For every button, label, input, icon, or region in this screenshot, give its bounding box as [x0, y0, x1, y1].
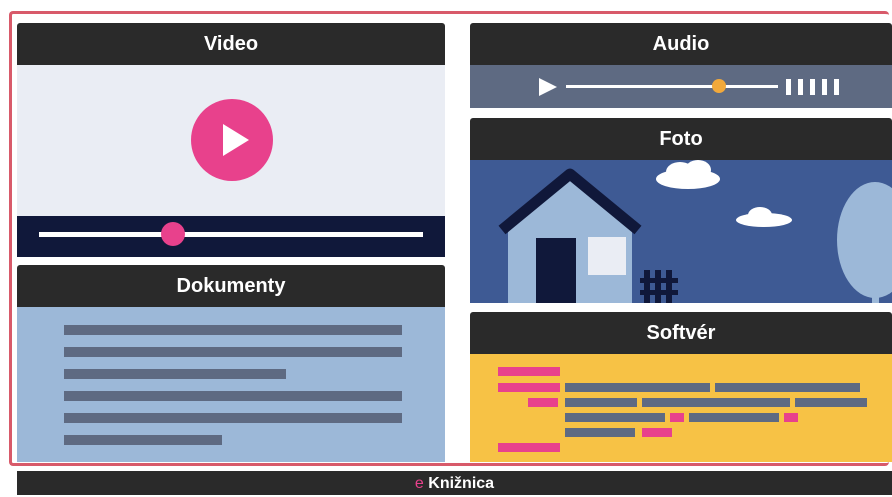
brand-name: Knižnica: [428, 475, 495, 492]
code-token: [795, 398, 867, 407]
text-line: [64, 325, 402, 335]
video-seek-knob[interactable]: [163, 224, 184, 244]
audio-seek-knob[interactable]: [711, 79, 726, 93]
foto-panel: Foto: [470, 118, 892, 303]
code-token: [689, 413, 779, 422]
text-line: [64, 413, 402, 423]
text-line: [64, 369, 286, 379]
documents-panel: Dokumenty: [17, 265, 445, 462]
code-token: [565, 413, 665, 422]
text-line: [64, 435, 222, 445]
audio-play-icon[interactable]: [538, 77, 558, 97]
audio-panel: Audio: [470, 23, 892, 108]
document-page: [17, 307, 445, 462]
video-seekbar[interactable]: [17, 216, 445, 257]
code-token: [565, 398, 637, 407]
software-panel: Softvér: [470, 312, 892, 462]
play-button[interactable]: [191, 99, 273, 181]
play-icon: [223, 124, 249, 156]
code-token: [642, 428, 672, 437]
code-token: [498, 383, 560, 392]
code-token: [784, 413, 798, 422]
house-icon: [498, 168, 642, 303]
foto-title: Foto: [470, 118, 892, 160]
video-panel: Video: [17, 23, 445, 257]
cloud-icon: [736, 207, 792, 227]
fence-icon: [640, 270, 678, 303]
code-token: [642, 398, 790, 407]
audio-player: [470, 65, 892, 108]
foto-image: [470, 160, 892, 303]
text-line: [64, 391, 402, 401]
video-seek-track[interactable]: [39, 232, 423, 237]
code-token: [565, 383, 710, 392]
software-title: Softvér: [470, 312, 892, 354]
code-token: [528, 398, 558, 407]
audio-seek-track[interactable]: [566, 85, 778, 88]
documents-title: Dokumenty: [17, 265, 445, 307]
audio-title: Audio: [470, 23, 892, 65]
brand-prefix: e: [414, 475, 424, 492]
code-token: [498, 367, 560, 376]
footer-bar: e Knižnica: [17, 471, 892, 495]
video-screen[interactable]: [17, 65, 445, 216]
code-editor: [470, 354, 892, 462]
code-token: [715, 383, 860, 392]
code-token: [565, 428, 635, 437]
code-token: [498, 443, 560, 452]
text-line: [64, 347, 402, 357]
cloud-icon: [656, 160, 720, 189]
video-title: Video: [17, 23, 445, 65]
code-token: [670, 413, 684, 422]
tree-icon: [837, 182, 892, 303]
